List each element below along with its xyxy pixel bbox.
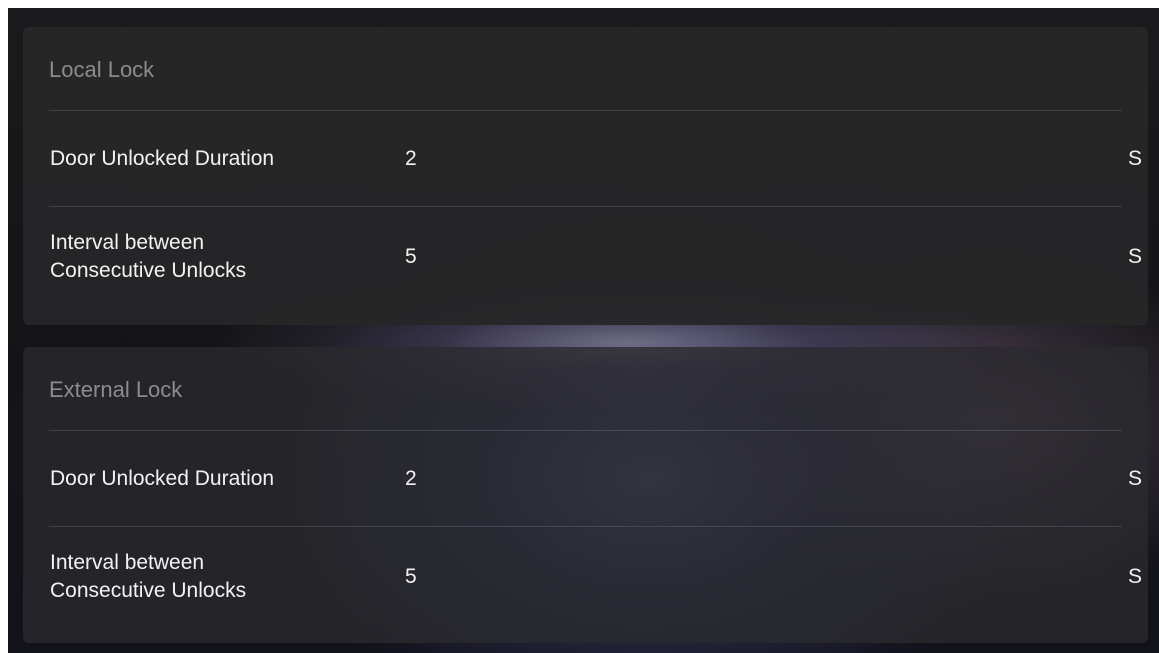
external-lock-title: External Lock xyxy=(49,377,183,402)
settings-screen: Local Lock Door Unlocked Duration 2 S In… xyxy=(8,8,1159,653)
row-label: Door Unlocked Duration xyxy=(50,147,275,170)
row-label: Door Unlocked Duration xyxy=(50,467,275,490)
row-label: Interval between Consecutive Unlocks xyxy=(50,231,247,282)
external-lock-card: External Lock Door Unlocked Duration 2 S… xyxy=(23,347,1148,643)
interval-value-field[interactable]: 5 xyxy=(405,245,417,269)
local-lock-card: Local Lock Door Unlocked Duration 2 S In… xyxy=(23,27,1148,325)
external-unlock-interval-row[interactable]: Interval between Consecutive Unlocks 5 S xyxy=(23,527,1148,627)
row-label: Interval between Consecutive Unlocks xyxy=(50,551,247,602)
local-door-unlocked-duration-row[interactable]: Door Unlocked Duration 2 S xyxy=(23,111,1148,207)
duration-value-field[interactable]: 2 xyxy=(405,147,417,171)
interval-value-field[interactable]: 5 xyxy=(405,565,417,589)
external-door-unlocked-duration-row[interactable]: Door Unlocked Duration 2 S xyxy=(23,431,1148,527)
local-lock-title: Local Lock xyxy=(49,57,155,82)
unit-label: S xyxy=(1127,245,1142,268)
unit-label: S xyxy=(1127,467,1142,490)
unit-label: S xyxy=(1127,147,1142,170)
local-unlock-interval-row[interactable]: Interval between Consecutive Unlocks 5 S xyxy=(23,207,1148,307)
unit-label: S xyxy=(1127,565,1142,588)
duration-value-field[interactable]: 2 xyxy=(405,467,417,491)
